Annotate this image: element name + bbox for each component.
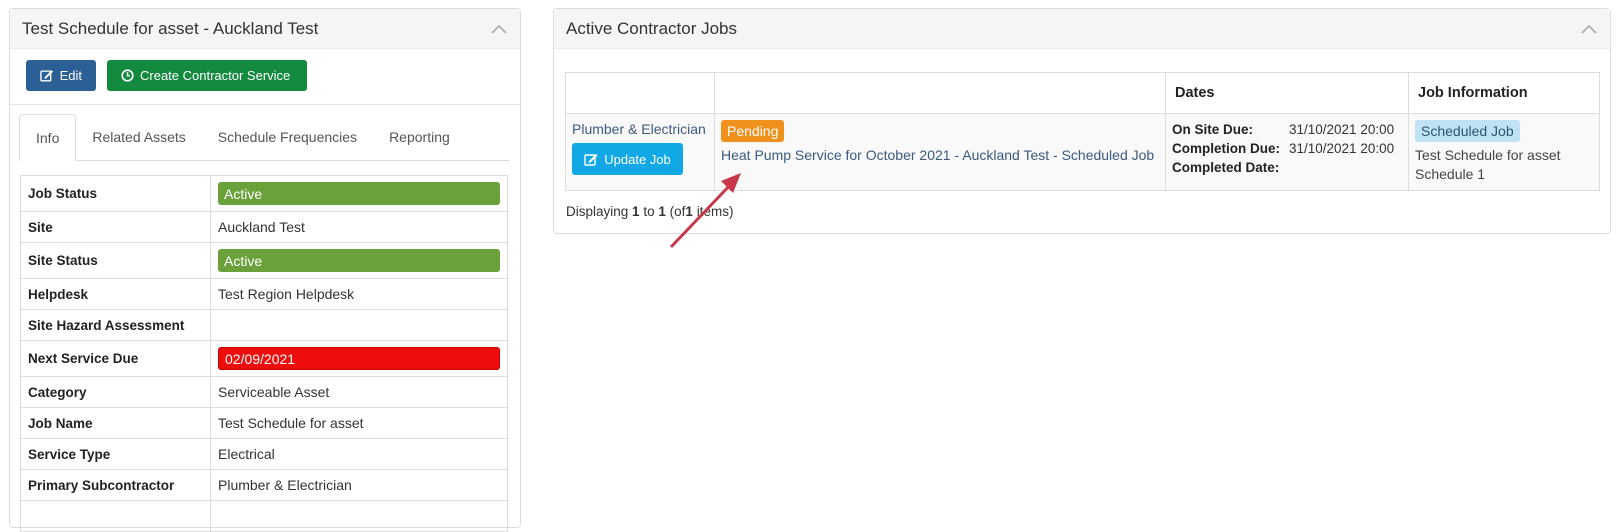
tab-schedule-frequencies[interactable]: Schedule Frequencies: [202, 114, 373, 160]
job-info-text: Test Schedule for asset Schedule 1: [1415, 147, 1561, 182]
row-label: Site Hazard Assessment: [20, 309, 211, 341]
create-label: Create Contractor Service: [140, 68, 291, 83]
row-label: Site: [20, 211, 211, 243]
table-row: Site Auckland Test: [20, 211, 508, 243]
table-row: Site Hazard Assessment: [20, 309, 508, 341]
dates-cell: On Site Due: 31/10/2021 20:00 Completion…: [1165, 113, 1409, 191]
table-header-row: Dates Job Information: [565, 72, 1600, 114]
column-header-dates: Dates: [1165, 72, 1409, 114]
on-site-due-label: On Site Due:: [1172, 122, 1254, 137]
footer-of: (of: [669, 204, 686, 219]
tab-related-assets[interactable]: Related Assets: [76, 114, 201, 160]
schedule-panel: Test Schedule for asset - Auckland Test …: [9, 8, 521, 532]
create-contractor-service-button[interactable]: Create Contractor Service: [107, 60, 307, 91]
edit-label: Edit: [59, 68, 82, 83]
info-table: Job Status Active Site Auckland Test Sit…: [20, 175, 508, 532]
site-hazard-value: [210, 309, 508, 341]
tab-info[interactable]: Info: [19, 114, 77, 161]
row-value-cell: 02/09/2021: [210, 340, 508, 377]
table-row: Service Type Electrical: [20, 438, 508, 470]
job-description-link[interactable]: Heat Pump Service for October 2021 - Auc…: [721, 147, 1165, 163]
row-label: Site Status: [20, 242, 211, 279]
row-label: Service Type: [20, 438, 211, 470]
tab-schedule-frequencies-label: Schedule Frequencies: [217, 129, 358, 145]
table-row: Site Status Active: [20, 242, 508, 279]
column-header: [565, 72, 715, 114]
pagination-summary: Displaying 1 to 1 (of1 items): [566, 204, 733, 219]
completion-due-row: Completion Due: 31/10/2021 20:00: [1172, 139, 1408, 158]
footer-total: 1: [685, 204, 693, 219]
table-row: [20, 500, 508, 532]
pencil-square-icon: [584, 153, 598, 166]
completion-due-value: 31/10/2021 20:00: [1289, 141, 1395, 156]
job-status-badge: Active: [218, 182, 500, 205]
row-label: Job Status: [20, 175, 211, 212]
category-value: Serviceable Asset: [210, 376, 508, 408]
active-jobs-panel: Active Contractor Jobs Dates Job Informa…: [553, 8, 1611, 234]
next-service-due-badge: 02/09/2021: [218, 347, 500, 370]
edit-button[interactable]: Edit: [26, 60, 96, 91]
row-value-cell: Active: [210, 175, 508, 212]
row-label: [20, 500, 211, 532]
site-status-badge: Active: [218, 249, 500, 272]
footer-suffix: items): [696, 204, 734, 219]
table-row: Job Status Active: [20, 175, 508, 212]
table-row: Next Service Due 02/09/2021: [20, 340, 508, 377]
active-jobs-heading: Active Contractor Jobs: [554, 9, 1610, 49]
table-row: Primary Subcontractor Plumber & Electric…: [20, 469, 508, 501]
completion-due-label: Completion Due:: [1172, 141, 1280, 156]
tab-reporting-label: Reporting: [389, 129, 450, 145]
chevron-up-icon[interactable]: [1580, 20, 1598, 38]
schedule-panel-heading: Test Schedule for asset - Auckland Test: [10, 9, 520, 49]
footer-prefix: Displaying: [566, 204, 629, 219]
footer-to: 1: [658, 204, 666, 219]
on-site-due-row: On Site Due: 31/10/2021 20:00: [1172, 120, 1408, 139]
contractor-link[interactable]: Plumber & Electrician: [572, 121, 714, 137]
update-job-button[interactable]: Update Job: [572, 143, 683, 175]
completed-date-label: Completed Date:: [1172, 160, 1280, 175]
row-value: [210, 500, 508, 532]
site-value: Auckland Test: [210, 211, 508, 243]
on-site-due-value: 31/10/2021 20:00: [1289, 122, 1395, 137]
tab-related-assets-label: Related Assets: [92, 129, 186, 145]
action-toolbar: Edit Create Contractor Service: [10, 49, 520, 105]
pencil-square-icon: [40, 70, 54, 82]
row-label: Helpdesk: [20, 278, 211, 310]
table-row: Job Name Test Schedule for asset: [20, 407, 508, 439]
schedule-panel-title: Test Schedule for asset - Auckland Test: [22, 18, 319, 38]
row-label: Category: [20, 376, 211, 408]
row-label: Job Name: [20, 407, 211, 439]
column-header: [714, 72, 1166, 114]
primary-subcontractor-link[interactable]: Plumber & Electrician: [210, 469, 508, 501]
row-label: Primary Subcontractor: [20, 469, 211, 501]
column-header-job-info: Job Information: [1408, 72, 1600, 114]
service-type-value: Electrical: [210, 438, 508, 470]
table-row: Plumber & Electrician Update Job Pending…: [565, 113, 1600, 191]
contractor-cell: Plumber & Electrician Update Job: [565, 113, 715, 191]
table-row: Helpdesk Test Region Helpdesk: [20, 278, 508, 310]
completed-date-row: Completed Date:: [1172, 158, 1408, 177]
jobs-table: Dates Job Information Plumber & Electric…: [565, 72, 1600, 191]
schedule-tabs: Info Related Assets Schedule Frequencies…: [19, 114, 510, 161]
job-name-value: Test Schedule for asset: [210, 407, 508, 439]
tab-reporting[interactable]: Reporting: [373, 114, 466, 160]
row-value-cell: Active: [210, 242, 508, 279]
description-cell: Pending Heat Pump Service for October 20…: [714, 113, 1166, 191]
pending-badge: Pending: [721, 120, 785, 142]
tab-info-label: Info: [36, 129, 60, 146]
footer-from: 1: [632, 204, 640, 219]
helpdesk-link[interactable]: Test Region Helpdesk: [210, 278, 508, 310]
clock-icon: [121, 69, 134, 82]
active-jobs-title: Active Contractor Jobs: [566, 18, 738, 38]
chevron-up-icon[interactable]: [490, 20, 508, 38]
scheduled-job-badge: Scheduled Job: [1415, 120, 1520, 142]
update-job-label: Update Job: [604, 151, 671, 167]
footer-to-word: to: [643, 204, 655, 219]
row-label: Next Service Due: [20, 340, 211, 377]
job-info-cell: Scheduled Job Test Schedule for asset Sc…: [1408, 113, 1600, 191]
table-row: Category Serviceable Asset: [20, 376, 508, 408]
